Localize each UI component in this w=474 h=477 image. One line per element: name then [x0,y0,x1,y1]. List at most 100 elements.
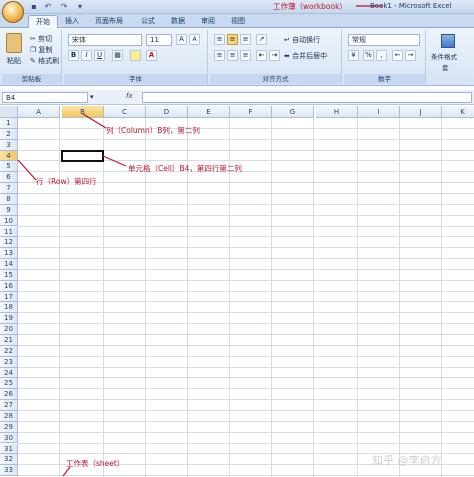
tab-review[interactable]: 审阅 [194,15,222,28]
column-header-d[interactable]: D [146,106,188,118]
font-color-icon[interactable]: A [146,50,157,61]
font-name-select[interactable]: 宋体 [68,34,142,46]
increase-decimal-icon[interactable]: ← [392,50,403,61]
row-header-23[interactable]: 23 [0,356,18,368]
row-header-30[interactable]: 30 [0,432,18,444]
row-gridline [18,388,474,390]
row-header-21[interactable]: 21 [0,335,18,346]
column-header-e[interactable]: E [188,106,230,118]
align-middle-icon[interactable]: ≡ [227,34,238,45]
row-header-14[interactable]: 14 [0,259,18,270]
row-header-29[interactable]: 29 [0,421,18,433]
decrease-indent-icon[interactable]: ⇤ [256,50,267,61]
number-format-select[interactable]: 常规 [348,34,420,46]
align-bottom-icon[interactable]: ≡ [240,34,251,45]
border-icon[interactable]: ▦ [112,50,123,61]
row-header-13[interactable]: 13 [0,248,18,260]
align-top-icon[interactable]: ≡ [214,34,225,45]
row-header-2[interactable]: 2 [0,128,18,140]
annotation-column: 列（Column）B列，第二列 [106,126,200,135]
row-gridline [18,258,474,260]
format-painter-button[interactable]: ✎ 格式刷 [30,56,59,66]
row-header-33[interactable]: 33 [0,465,18,477]
row-header-27[interactable]: 27 [0,400,18,411]
align-right-icon[interactable]: ≡ [240,50,251,61]
row-header-1[interactable]: 1 [0,118,18,129]
conditional-format-button[interactable]: 条件格式 [431,52,457,62]
copy-button[interactable]: ❐ 复制 [30,45,53,55]
row-header-10[interactable]: 10 [0,215,18,227]
row-header-26[interactable]: 26 [0,389,18,401]
column-header-a[interactable]: A [18,106,60,118]
row-header-3[interactable]: 3 [0,139,18,151]
office-button[interactable] [2,1,24,23]
row-header-22[interactable]: 22 [0,345,18,357]
row-header-8[interactable]: 8 [0,193,18,205]
customize-qat-icon[interactable]: ▾ [74,1,86,12]
save-icon[interactable]: ▪ [28,1,40,12]
row-header-16[interactable]: 16 [0,280,18,292]
tab-page-layout[interactable]: 页面布局 [88,15,130,28]
row-header-15[interactable]: 15 [0,269,18,281]
row-header-19[interactable]: 19 [0,313,18,325]
column-header-k[interactable]: K [442,106,474,118]
tab-data[interactable]: 数据 [164,15,192,28]
row-gridline [18,301,474,303]
shrink-font-icon[interactable]: A [189,34,200,45]
row-header-17[interactable]: 17 [0,291,18,303]
column-header-g[interactable]: G [272,106,314,118]
font-size-select[interactable]: 11 [146,34,172,46]
undo-icon[interactable]: ↶ [42,1,54,12]
column-header-f[interactable]: F [230,106,272,118]
tab-home[interactable]: 开始 [28,15,58,28]
grow-font-icon[interactable]: A [176,34,187,45]
decrease-decimal-icon[interactable]: → [405,50,416,61]
italic-button[interactable]: I [81,50,92,61]
fill-color-icon[interactable] [130,50,141,61]
orientation-icon[interactable]: ↗ [256,34,267,45]
row-header-25[interactable]: 25 [0,378,18,390]
merge-center-button[interactable]: ⬌ 合并后居中 [284,51,327,61]
column-header-j[interactable]: J [400,106,442,118]
align-left-icon[interactable]: ≡ [214,50,225,61]
formula-input[interactable] [142,92,472,103]
name-box[interactable]: B4 [2,92,88,103]
row-header-32[interactable]: 32 [0,454,18,466]
row-header-20[interactable]: 20 [0,324,18,335]
active-cell-b4[interactable] [61,149,104,163]
bold-button[interactable]: B [68,50,79,61]
align-center-icon[interactable]: ≡ [227,50,238,61]
row-header-12[interactable]: 12 [0,237,18,249]
paste-button[interactable]: 粘贴 [7,56,21,66]
cut-button[interactable]: ✂ 剪切 [30,34,52,44]
paste-icon[interactable] [6,33,22,53]
row-gridline [18,366,474,368]
name-box-dropdown-icon[interactable]: ▾ [90,93,94,101]
column-header-h[interactable]: H [316,106,358,118]
table-format-button[interactable]: 套 [442,63,449,73]
row-gridline [18,312,474,314]
row-header-7[interactable]: 7 [0,183,18,194]
select-all-corner[interactable] [0,106,18,118]
conditional-format-icon[interactable] [441,34,455,48]
row-header-9[interactable]: 9 [0,204,18,216]
row-header-18[interactable]: 18 [0,302,18,314]
row-header-28[interactable]: 28 [0,410,18,422]
tab-view[interactable]: 视图 [224,15,252,28]
currency-icon[interactable]: ¥ [348,50,359,61]
row-header-31[interactable]: 31 [0,443,18,455]
row-header-24[interactable]: 24 [0,367,18,379]
column-header-c[interactable]: C [104,106,146,118]
percent-button[interactable]: % [363,50,374,61]
increase-indent-icon[interactable]: ⇥ [269,50,280,61]
underline-button[interactable]: U [94,50,105,61]
column-header-i[interactable]: I [358,106,400,118]
row-gridline [18,225,474,227]
wrap-text-button[interactable]: ↵ 自动换行 [284,35,320,45]
tab-insert[interactable]: 插入 [58,15,86,28]
redo-icon[interactable]: ↷ [58,1,70,12]
tab-formulas[interactable]: 公式 [134,15,162,28]
row-header-11[interactable]: 11 [0,226,18,238]
insert-function-icon[interactable]: fx [126,92,133,100]
comma-button[interactable]: , [376,50,387,61]
